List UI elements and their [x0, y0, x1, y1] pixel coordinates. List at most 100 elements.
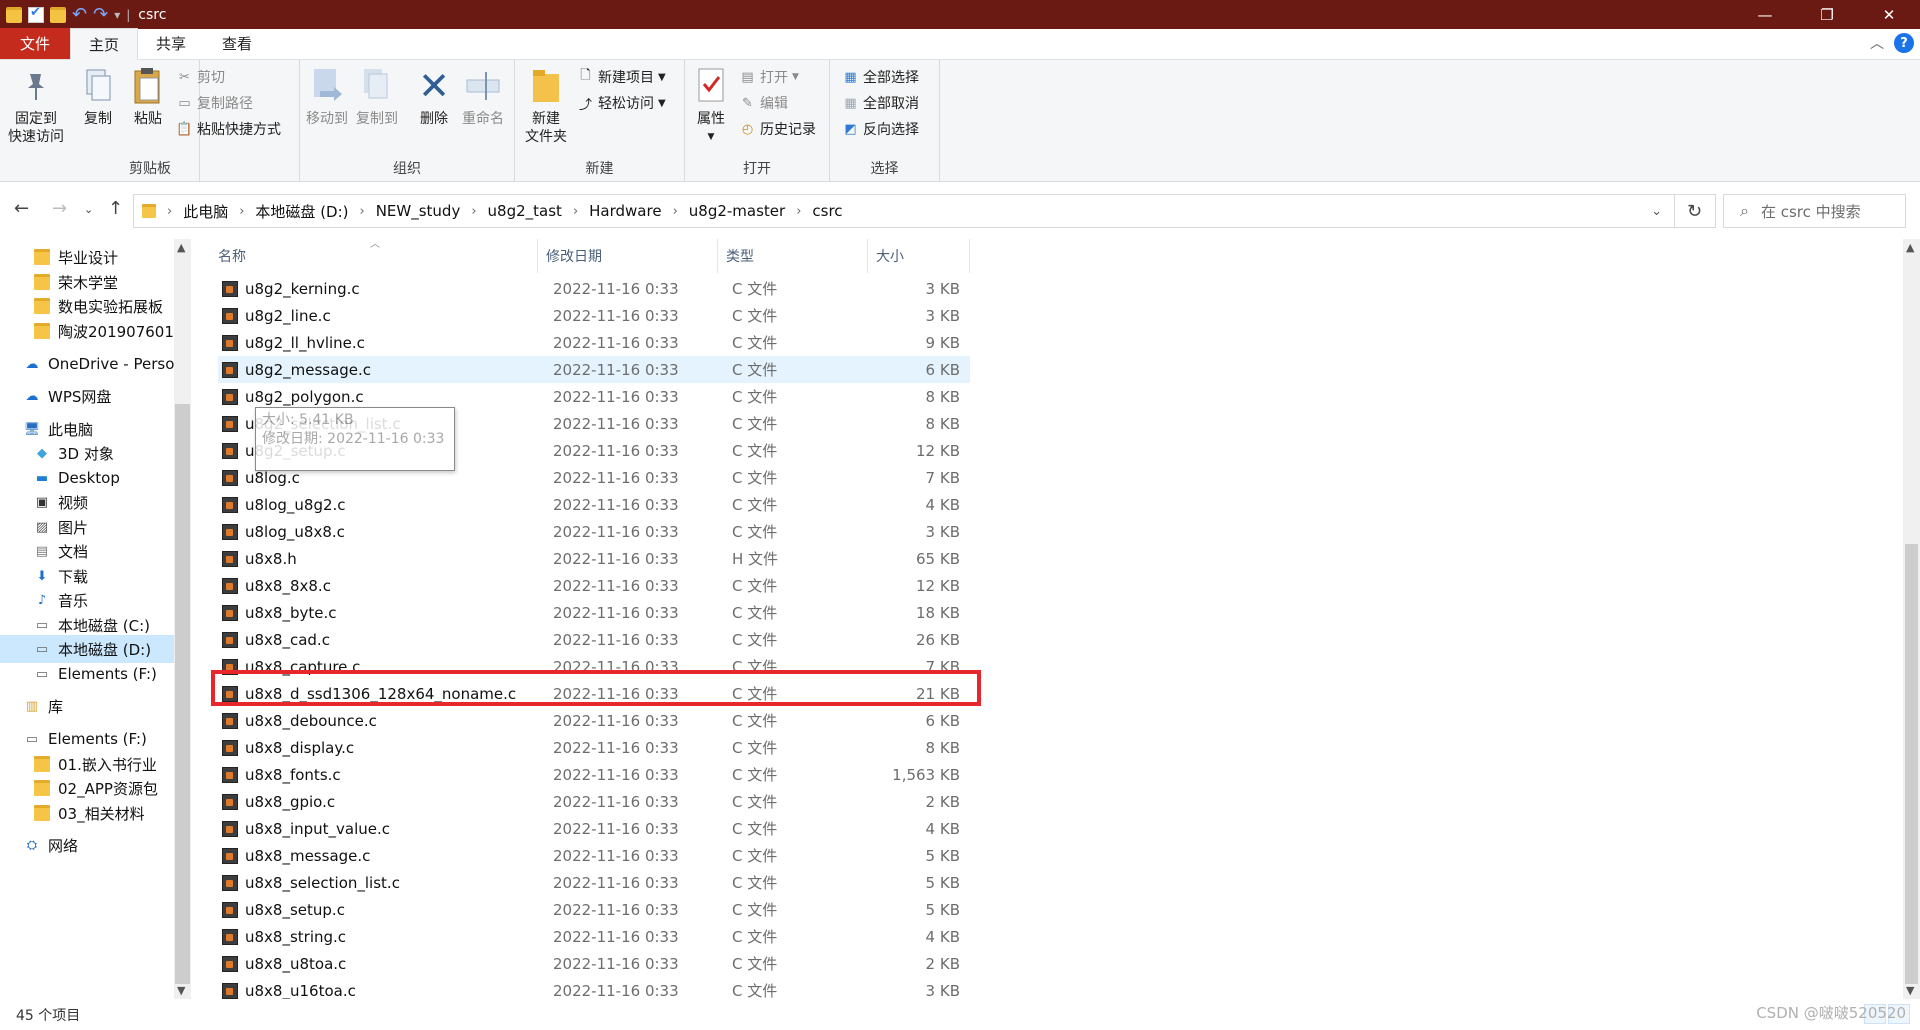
- sidebar-item[interactable]: 数电实验拓展板: [0, 292, 174, 320]
- file-row[interactable]: u8g2_polygon.c 2022-11-16 0:33 C 文件 8 KB: [218, 383, 970, 410]
- sidebar-item[interactable]: ▤ 文档: [0, 537, 174, 565]
- redo-icon[interactable]: ↷: [93, 5, 108, 23]
- breadcrumb-csrc[interactable]: csrc: [812, 202, 842, 220]
- back-arrow-icon[interactable]: ←: [14, 198, 29, 219]
- chevron-down-icon[interactable]: ⌄: [1651, 204, 1662, 219]
- pin-quick-access-button[interactable]: 固定到 快速访问: [8, 66, 64, 146]
- scroll-down-icon[interactable]: ▼: [177, 984, 185, 997]
- copy-button[interactable]: 复制: [80, 66, 116, 128]
- sidebar-item[interactable]: ▭ Elements (F:): [0, 660, 174, 688]
- file-row[interactable]: u8g2_line.c 2022-11-16 0:33 C 文件 3 KB: [218, 302, 970, 329]
- sidebar-item[interactable]: 02_APP资源包: [0, 774, 174, 802]
- file-row[interactable]: u8g2_ll_hvline.c 2022-11-16 0:33 C 文件 9 KB: [218, 329, 970, 356]
- restore-button[interactable]: ❐: [1796, 0, 1858, 29]
- file-row[interactable]: u8g2_message.c 2022-11-16 0:33 C 文件 6 KB: [218, 356, 970, 383]
- file-size: 12 KB: [916, 576, 960, 595]
- c-file-icon: [222, 712, 238, 729]
- new-folder-button[interactable]: 新建 文件夹: [525, 66, 567, 146]
- open-button[interactable]: ▤ 打开 ▼: [739, 66, 799, 88]
- file-list-scrollbar[interactable]: ▲ ▼: [1903, 239, 1920, 999]
- file-row[interactable]: u8x8_display.c 2022-11-16 0:33 C 文件 8 KB: [218, 734, 970, 761]
- new-folder-icon[interactable]: [50, 6, 66, 23]
- collapse-ribbon-icon[interactable]: ︿: [1870, 33, 1884, 53]
- sidebar-item[interactable]: ♪ 音乐: [0, 586, 174, 614]
- file-name: u8g2_kerning.c: [245, 279, 360, 298]
- tab-file[interactable]: 文件: [0, 28, 70, 59]
- file-row[interactable]: u8x8_8x8.c 2022-11-16 0:33 C 文件 12 KB: [218, 572, 970, 599]
- forward-arrow-icon[interactable]: →: [52, 198, 67, 219]
- new-item-button[interactable]: 🗋 新建项目 ▼: [577, 66, 665, 88]
- breadcrumb-new-study[interactable]: NEW_study: [376, 202, 461, 220]
- close-button[interactable]: ✕: [1858, 0, 1920, 29]
- easy-access-button[interactable]: ⤴ 轻松访问 ▼: [577, 92, 666, 114]
- breadcrumb-this-pc[interactable]: 此电脑: [183, 201, 228, 222]
- scroll-down-icon[interactable]: ▼: [1906, 984, 1914, 997]
- file-row[interactable]: u8g2_kerning.c 2022-11-16 0:33 C 文件 3 KB: [218, 275, 970, 302]
- sidebar-item[interactable]: 03_相关材料: [0, 799, 174, 827]
- file-row[interactable]: u8log_u8x8.c 2022-11-16 0:33 C 文件 3 KB: [218, 518, 970, 545]
- file-row[interactable]: u8x8_setup.c 2022-11-16 0:33 C 文件 5 KB: [218, 896, 970, 923]
- move-to-button[interactable]: 移动到: [306, 66, 348, 128]
- sidebar-item[interactable]: ▭ Elements (F:): [0, 725, 174, 753]
- file-row[interactable]: u8log_u8g2.c 2022-11-16 0:33 C 文件 4 KB: [218, 491, 970, 518]
- file-row[interactable]: u8x8_fonts.c 2022-11-16 0:33 C 文件 1,563 KB: [218, 761, 970, 788]
- file-row[interactable]: u8x8_string.c 2022-11-16 0:33 C 文件 4 KB: [218, 923, 970, 950]
- breadcrumb-u8g2-master[interactable]: u8g2-master: [689, 202, 785, 220]
- scroll-up-icon[interactable]: ▲: [1906, 241, 1914, 254]
- column-name[interactable]: ︿ 名称: [210, 239, 538, 273]
- sidebar-item[interactable]: ▣ 视频: [0, 488, 174, 516]
- tab-share[interactable]: 共享: [138, 28, 204, 59]
- sidebar-item[interactable]: ☁ OneDrive - Perso: [0, 350, 175, 378]
- sidebar-item[interactable]: 陶波201907601: [0, 317, 174, 345]
- paste-button[interactable]: 粘贴: [130, 66, 166, 128]
- select-none-button[interactable]: ▦ 全部取消: [842, 92, 919, 114]
- breadcrumb-local-disk-d[interactable]: 本地磁盘 (D:): [255, 201, 348, 222]
- file-row[interactable]: u8x8_gpio.c 2022-11-16 0:33 C 文件 2 KB: [218, 788, 970, 815]
- up-arrow-icon[interactable]: ↑: [108, 198, 123, 219]
- file-row[interactable]: u8x8.h 2022-11-16 0:33 H 文件 65 KB: [218, 545, 970, 572]
- breadcrumb-u8g2-tast[interactable]: u8g2_tast: [488, 202, 562, 220]
- address-bar[interactable]: › 此电脑 › 本地磁盘 (D:) › NEW_study › u8g2_tas…: [133, 194, 1675, 228]
- scrollbar-thumb[interactable]: [1905, 544, 1918, 984]
- sidebar-item[interactable]: 毕业设计: [0, 243, 174, 271]
- select-all-button[interactable]: ▦ 全部选择: [842, 66, 919, 88]
- sidebar-item[interactable]: ⛭ 网络: [0, 831, 174, 859]
- delete-button[interactable]: ✕ 删除: [416, 66, 452, 128]
- file-row[interactable]: u8x8_selection_list.c 2022-11-16 0:33 C 文件…: [218, 869, 970, 896]
- file-row[interactable]: u8x8_cad.c 2022-11-16 0:33 C 文件 26 KB: [218, 626, 970, 653]
- sidebar-item[interactable]: ☁ WPS网盘: [0, 382, 174, 410]
- file-name-cell: u8g2_kerning.c: [218, 280, 552, 298]
- file-name: u8log_u8g2.c: [245, 495, 346, 514]
- help-icon[interactable]: ?: [1894, 33, 1914, 53]
- column-size[interactable]: 大小: [868, 239, 970, 273]
- history-button[interactable]: ◴ 历史记录: [739, 118, 816, 140]
- file-row[interactable]: u8x8_message.c 2022-11-16 0:33 C 文件 5 KB: [218, 842, 970, 869]
- sidebar-item[interactable]: ◆ 3D 对象: [0, 439, 174, 467]
- tab-view[interactable]: 查看: [204, 28, 270, 59]
- edit-button[interactable]: ✎ 编辑: [739, 92, 788, 114]
- column-date[interactable]: 修改日期: [538, 239, 718, 273]
- properties-icon[interactable]: [28, 5, 44, 23]
- refresh-button[interactable]: ↻: [1674, 194, 1716, 228]
- breadcrumb-hardware[interactable]: Hardware: [589, 202, 661, 220]
- navigation-scrollbar[interactable]: ▲ ▼: [174, 239, 191, 999]
- file-row[interactable]: u8x8_input_value.c 2022-11-16 0:33 C 文件 4 K…: [218, 815, 970, 842]
- file-row[interactable]: u8x8_u8toa.c 2022-11-16 0:33 C 文件 2 KB: [218, 950, 970, 977]
- copy-to-button[interactable]: 复制到: [356, 66, 398, 128]
- scroll-up-icon[interactable]: ▲: [177, 241, 185, 254]
- properties-button[interactable]: 属性 ▼: [693, 66, 729, 146]
- sidebar-item[interactable]: ▭ 本地磁盘 (D:): [0, 635, 174, 663]
- search-input[interactable]: ⌕ 在 csrc 中搜索: [1723, 194, 1906, 228]
- recent-locations-icon[interactable]: ⌄: [84, 203, 93, 216]
- customize-toolbar-icon[interactable]: ▾: [114, 8, 120, 22]
- file-row[interactable]: u8x8_byte.c 2022-11-16 0:33 C 文件 18 KB: [218, 599, 970, 626]
- invert-selection-button[interactable]: ◩ 反向选择: [842, 118, 919, 140]
- undo-icon[interactable]: ↶: [72, 5, 87, 23]
- column-type[interactable]: 类型: [718, 239, 868, 273]
- scrollbar-thumb[interactable]: [175, 404, 190, 984]
- sidebar-item[interactable]: ▥ 库: [0, 692, 174, 720]
- file-row[interactable]: u8x8_debounce.c 2022-11-16 0:33 C 文件 6 KB: [218, 707, 970, 734]
- minimize-button[interactable]: —: [1734, 0, 1796, 29]
- tab-home[interactable]: 主页: [70, 28, 139, 60]
- rename-button[interactable]: 重命名: [462, 66, 504, 128]
